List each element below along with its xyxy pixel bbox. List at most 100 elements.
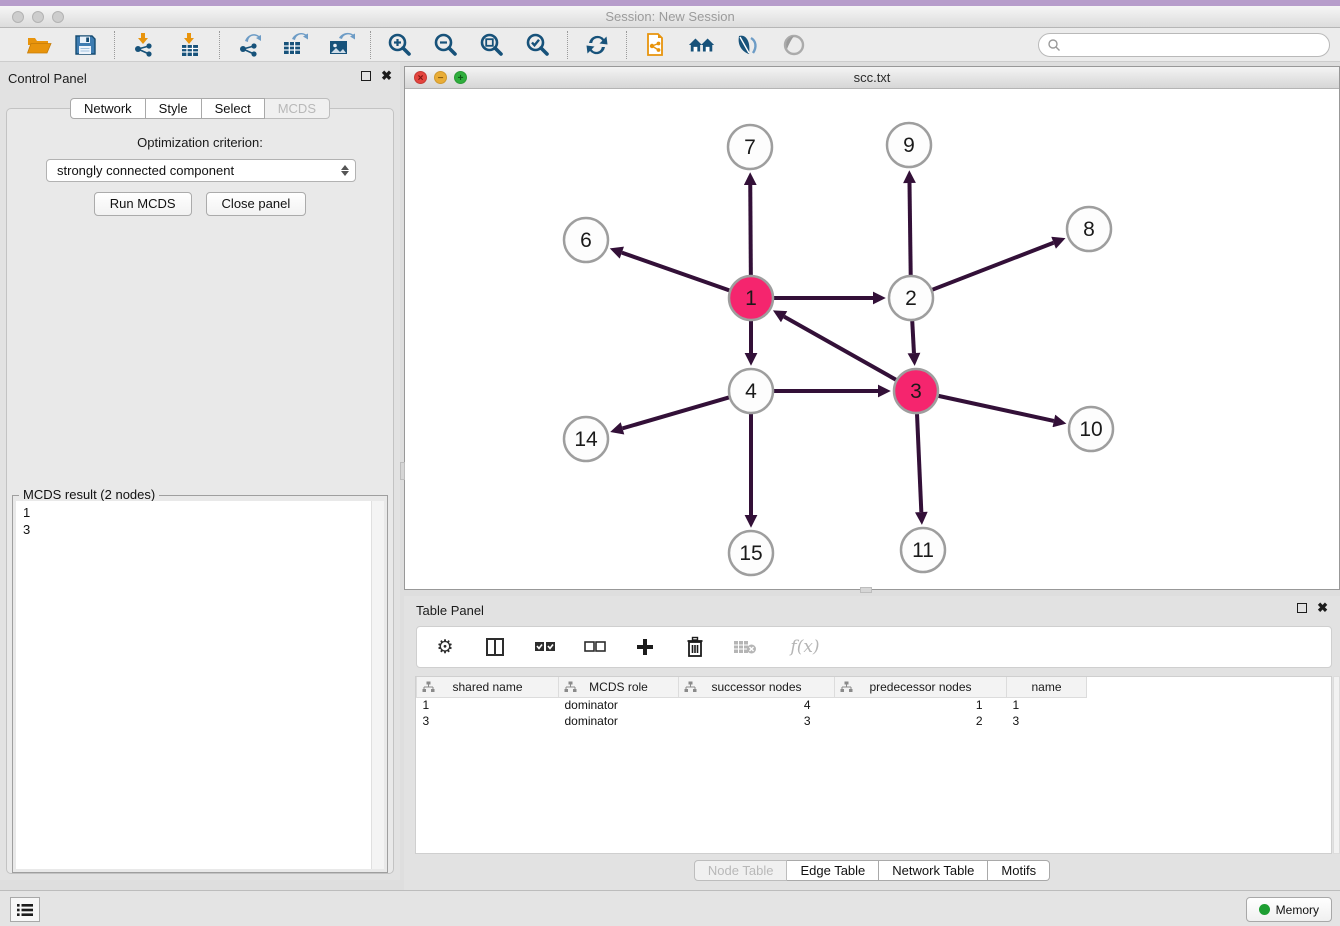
mcds-result-text[interactable]: 13	[16, 501, 384, 869]
close-window-button[interactable]	[12, 11, 24, 23]
table-cell[interactable]: dominator	[559, 713, 679, 729]
add-column-button[interactable]	[633, 635, 657, 659]
control-panel: Control Panel ✖ NetworkStyleSelectMCDS O…	[0, 62, 400, 880]
toggle-style-button[interactable]	[734, 32, 762, 58]
table-cell[interactable]: 1	[1007, 697, 1087, 713]
import-table-button[interactable]	[176, 32, 204, 58]
table-cell[interactable]: 1	[417, 697, 559, 713]
table-row[interactable]: 3dominator323	[417, 713, 1087, 729]
toggle-graphics-details-button[interactable]	[780, 32, 808, 58]
table-cell[interactable]: 4	[679, 697, 835, 713]
tab-select[interactable]: Select	[202, 98, 265, 119]
tab-edge-table[interactable]: Edge Table	[787, 860, 879, 881]
edge-4-14[interactable]	[622, 397, 728, 428]
edge-3-11[interactable]	[917, 414, 921, 512]
minimize-window-button[interactable]	[32, 11, 44, 23]
table-cell[interactable]: 3	[679, 713, 835, 729]
deselect-all-button[interactable]	[583, 635, 607, 659]
table-cell[interactable]: 1	[835, 697, 1007, 713]
function-builder-button[interactable]: f(x)	[783, 635, 827, 659]
home-view-button[interactable]	[688, 32, 716, 58]
network-close-button[interactable]: ×	[414, 71, 427, 84]
delete-column-button[interactable]	[683, 635, 707, 659]
table-cell[interactable]: 2	[835, 713, 1007, 729]
node-1[interactable]: 1	[729, 276, 773, 320]
copy-network-view-button[interactable]	[642, 32, 670, 58]
plus-icon	[635, 637, 655, 657]
column-selector-button[interactable]	[483, 635, 507, 659]
tab-network-table[interactable]: Network Table	[879, 860, 988, 881]
run-mcds-button[interactable]: Run MCDS	[94, 192, 192, 216]
zoom-fit-button[interactable]	[478, 32, 506, 58]
network-window-titlebar[interactable]: × − + scc.txt	[405, 67, 1339, 89]
tab-style[interactable]: Style	[146, 98, 202, 119]
node-14[interactable]: 14	[564, 417, 608, 461]
node-11[interactable]: 11	[901, 528, 945, 572]
zoom-window-button[interactable]	[52, 11, 64, 23]
horizontal-divider-handle[interactable]	[860, 587, 872, 593]
select-all-button[interactable]	[533, 635, 557, 659]
tab-node-table[interactable]: Node Table	[694, 860, 788, 881]
table-row[interactable]: 1dominator411	[417, 697, 1087, 713]
network-minimize-button[interactable]: −	[434, 71, 447, 84]
search-input[interactable]	[1065, 36, 1329, 54]
table-cell[interactable]: 3	[1007, 713, 1087, 729]
export-network-button[interactable]	[235, 32, 263, 58]
task-history-button[interactable]	[10, 897, 40, 922]
table-settings-button[interactable]: ⚙	[433, 635, 457, 659]
node-4[interactable]: 4	[729, 369, 773, 413]
edge-1-6[interactable]	[622, 253, 729, 291]
network-canvas[interactable]: 7 9 6 8 1 2 4 3 14 10 15 11	[405, 89, 1339, 589]
column-header-name[interactable]: name	[1007, 677, 1087, 697]
export-image-button[interactable]	[327, 32, 355, 58]
edge-3-1[interactable]	[784, 317, 896, 380]
zoom-out-button[interactable]	[432, 32, 460, 58]
close-panel-button[interactable]: Close panel	[206, 192, 307, 216]
import-network-button[interactable]	[130, 32, 158, 58]
edge-3-10[interactable]	[938, 396, 1053, 421]
table-scrollbar[interactable]	[1333, 676, 1340, 854]
column-header-predecessor-nodes[interactable]: predecessor nodes	[835, 677, 1007, 697]
node-3[interactable]: 3	[894, 369, 938, 413]
column-header-successor-nodes[interactable]: successor nodes	[679, 677, 835, 697]
float-panel-icon[interactable]	[361, 71, 371, 81]
edge-1-7[interactable]	[750, 185, 751, 275]
tab-network[interactable]: Network	[70, 98, 146, 119]
save-session-button[interactable]	[71, 32, 99, 58]
zoom-selected-button[interactable]	[524, 32, 552, 58]
node-9[interactable]: 9	[887, 123, 931, 167]
optimization-criterion-select[interactable]: strongly connected component	[46, 159, 356, 182]
tab-mcds[interactable]: MCDS	[265, 98, 330, 119]
node-6[interactable]: 6	[564, 218, 608, 262]
node-7[interactable]: 7	[728, 125, 772, 169]
tab-motifs[interactable]: Motifs	[988, 860, 1050, 881]
network-maximize-button[interactable]: +	[454, 71, 467, 84]
column-header-shared-name[interactable]: shared name	[417, 677, 559, 697]
zoom-in-button[interactable]	[386, 32, 414, 58]
table-cell[interactable]: dominator	[559, 697, 679, 713]
close-table-panel-icon[interactable]: ✖	[1317, 603, 1328, 613]
search-field[interactable]	[1038, 33, 1330, 57]
list-icon	[16, 903, 34, 917]
memory-button[interactable]: Memory	[1246, 897, 1332, 922]
node-8[interactable]: 8	[1067, 207, 1111, 251]
result-scrollbar[interactable]	[371, 501, 384, 869]
float-table-panel-icon[interactable]	[1297, 603, 1307, 613]
zoom-out-icon	[433, 32, 459, 58]
table-cell[interactable]: 3	[417, 713, 559, 729]
svg-text:11: 11	[912, 539, 934, 562]
apply-layout-button[interactable]	[583, 32, 611, 58]
column-header-MCDS-role[interactable]: MCDS role	[559, 677, 679, 697]
export-table-button[interactable]	[281, 32, 309, 58]
edge-2-3[interactable]	[912, 321, 914, 353]
node-15[interactable]: 15	[729, 531, 773, 575]
node-10[interactable]: 10	[1069, 407, 1113, 451]
vertical-divider-handle[interactable]	[400, 462, 405, 480]
edge-2-8[interactable]	[932, 243, 1053, 290]
delete-table-button[interactable]	[733, 635, 757, 659]
close-panel-icon[interactable]: ✖	[381, 71, 392, 81]
node-2[interactable]: 2	[889, 276, 933, 320]
open-session-button[interactable]	[25, 32, 53, 58]
open-folder-icon	[26, 33, 52, 57]
edge-2-9[interactable]	[909, 183, 910, 275]
